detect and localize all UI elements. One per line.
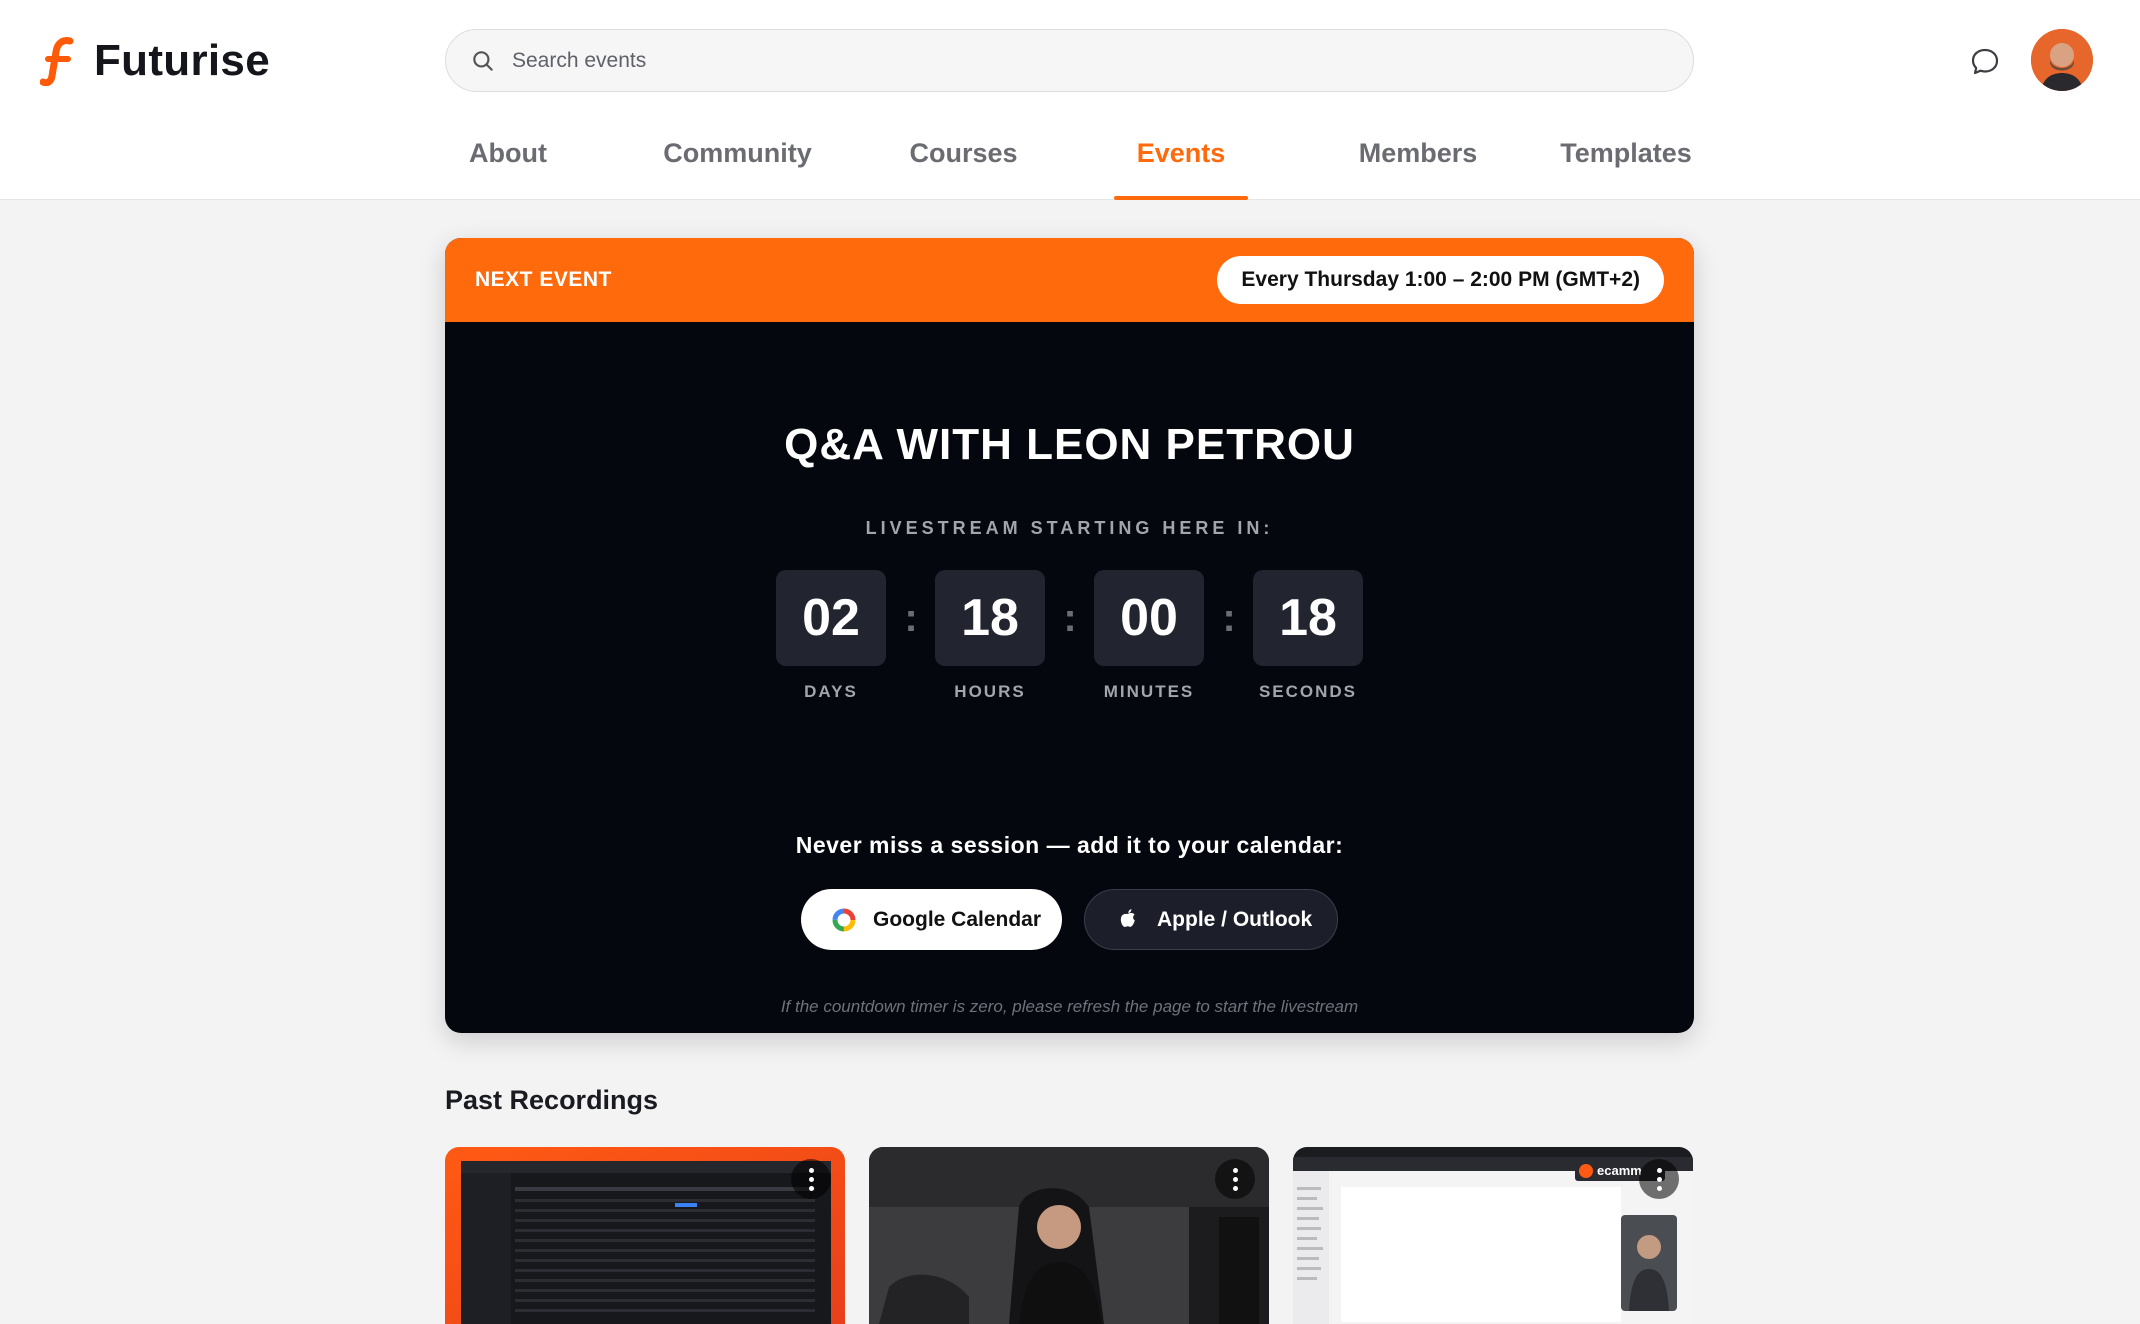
apple-outlook-label: Apple / Outlook — [1157, 907, 1313, 931]
search-bar[interactable] — [445, 29, 1694, 92]
seconds-value: 18 — [1253, 570, 1363, 666]
recording-card[interactable]: ecamm — [1293, 1147, 1693, 1324]
search-input[interactable] — [512, 48, 1693, 73]
recording-card[interactable] — [869, 1147, 1269, 1324]
countdown-label: LIVESTREAM STARTING HERE IN: — [865, 518, 1274, 538]
days-value: 02 — [776, 570, 886, 666]
more-vertical-icon — [808, 1166, 814, 1193]
timer-separator: : — [1222, 596, 1236, 640]
recording-menu-button[interactable] — [1215, 1159, 1255, 1199]
timer-separator: : — [904, 596, 918, 640]
recording-menu-button[interactable] — [1639, 1159, 1679, 1199]
tab-events[interactable]: Events — [1114, 124, 1248, 200]
event-title: Q&A WITH LEON PETROU — [784, 420, 1355, 469]
google-icon — [831, 907, 857, 933]
chat-bubble-icon — [1971, 48, 1999, 75]
calendar-prompt: Never miss a session — add it to your ca… — [795, 832, 1344, 858]
seconds-label: SECONDS — [1258, 682, 1358, 701]
minutes-label: MINUTES — [1103, 682, 1195, 701]
countdown-timer: 02 DAYS : 18 HOURS : 00 MINUTES : 18 SEC… — [776, 570, 1363, 720]
tab-members[interactable]: Members — [1339, 124, 1497, 200]
tab-about[interactable]: About — [445, 124, 571, 200]
google-calendar-button[interactable]: Google Calendar — [801, 889, 1062, 950]
tab-templates[interactable]: Templates — [1558, 124, 1694, 200]
search-icon — [473, 50, 493, 71]
more-vertical-icon — [1232, 1166, 1238, 1193]
next-event-bar: NEXT EVENT Every Thursday 1:00 – 2:00 PM… — [445, 238, 1694, 322]
futurise-logo-icon — [40, 37, 74, 86]
countdown-hours: 18 HOURS — [935, 570, 1045, 702]
recording-card[interactable] — [445, 1147, 845, 1324]
hours-value: 18 — [935, 570, 1045, 666]
refresh-note: If the countdown timer is zero, please r… — [780, 997, 1359, 1016]
past-recordings-title: Past Recordings — [445, 1085, 659, 1115]
presenter-video-thumbnail — [869, 1147, 1269, 1324]
main-nav: About Community Courses Events Members T… — [445, 124, 1694, 200]
ecamm-watermark: ecamm — [1597, 1163, 1642, 1178]
event-body: Q&A WITH LEON PETROU LIVESTREAM STARTING… — [445, 322, 1694, 1033]
brand-logo[interactable]: Futurise — [40, 36, 270, 86]
recording-menu-button[interactable] — [791, 1159, 831, 1199]
next-event-label: NEXT EVENT — [475, 268, 612, 291]
countdown-minutes: 00 MINUTES — [1094, 570, 1204, 702]
hours-label: HOURS — [954, 682, 1026, 701]
user-avatar[interactable] — [2031, 29, 2093, 91]
avatar-image — [2031, 29, 2093, 91]
tab-community[interactable]: Community — [650, 124, 825, 200]
schedule-badge: Every Thursday 1:00 – 2:00 PM (GMT+2) — [1217, 256, 1664, 304]
chat-button[interactable] — [1967, 43, 2003, 79]
days-label: DAYS — [804, 682, 858, 701]
brand-name: Futurise — [94, 36, 270, 85]
screen-recording-thumbnail — [445, 1147, 845, 1324]
countdown-seconds: 18 SECONDS — [1253, 570, 1363, 702]
google-calendar-label: Google Calendar — [873, 907, 1042, 931]
apple-icon — [1115, 907, 1141, 933]
top-header: Futurise About Community Courses Events … — [0, 0, 2140, 200]
more-vertical-icon — [1656, 1166, 1662, 1193]
apple-outlook-button[interactable]: Apple / Outlook — [1084, 889, 1338, 950]
countdown-days: 02 DAYS — [776, 570, 886, 702]
minutes-value: 00 — [1094, 570, 1204, 666]
tab-courses[interactable]: Courses — [896, 124, 1031, 200]
next-event-card: NEXT EVENT Every Thursday 1:00 – 2:00 PM… — [445, 238, 1694, 1033]
timer-separator: : — [1063, 596, 1077, 640]
